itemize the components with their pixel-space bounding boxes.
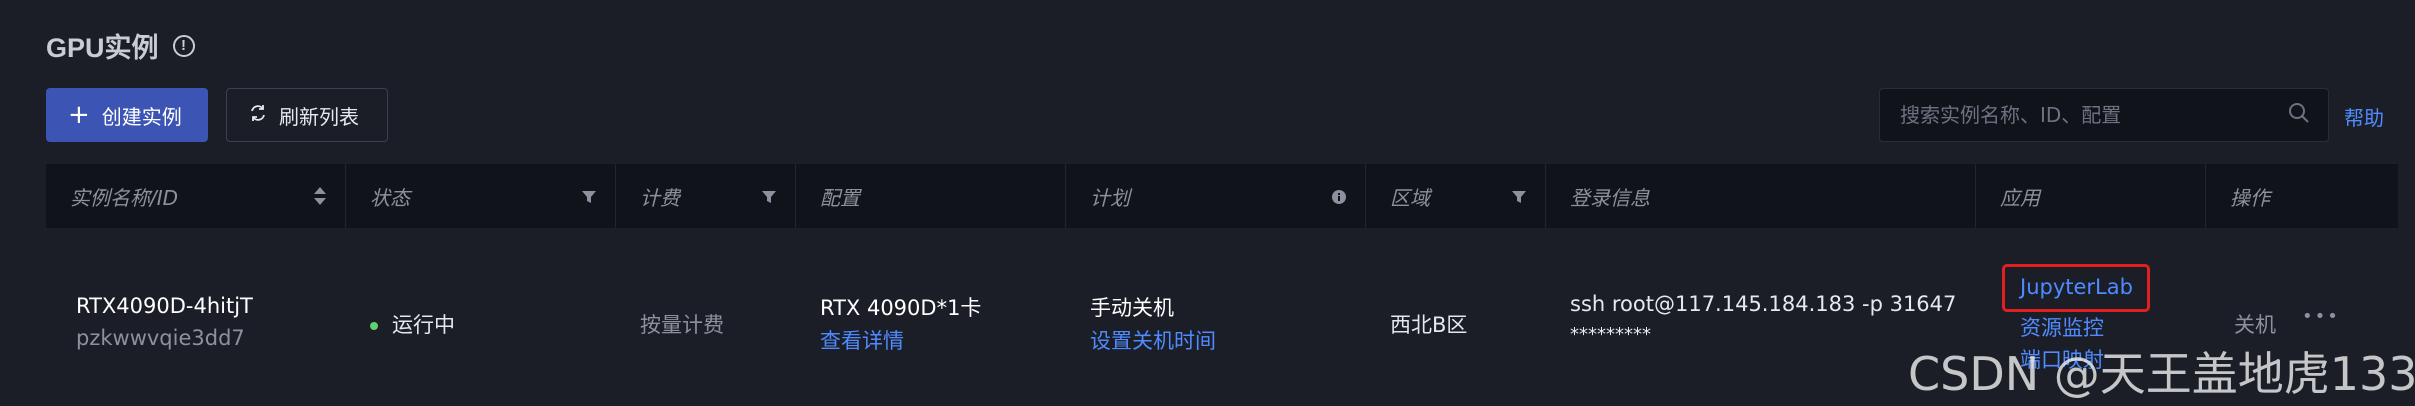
column-apps: 应用 [1976, 164, 2206, 228]
column-login: 登录信息 [1546, 164, 1976, 228]
column-plan-label: 计划 [1090, 185, 1130, 210]
set-shutdown-time-link[interactable]: 设置关机时间 [1090, 325, 1216, 355]
column-name-label: 实例名称/ID [70, 185, 179, 210]
column-actions-label: 操作 [2230, 185, 2270, 210]
filter-icon[interactable] [761, 186, 777, 210]
config-value: RTX 4090D*1卡 [820, 296, 982, 320]
search-icon[interactable] [2288, 102, 2310, 129]
filter-icon[interactable] [1511, 186, 1527, 210]
shutdown-button[interactable]: 关机 [2234, 309, 2276, 339]
sort-icon[interactable] [313, 186, 327, 211]
plan-value: 手动关机 [1090, 296, 1174, 320]
search-input[interactable] [1898, 102, 2288, 128]
table-header: 实例名称/ID 状态 计费 配置 计划 区域 登录信息 应用 操作 [46, 164, 2398, 228]
column-config: 配置 [796, 164, 1066, 228]
view-details-link[interactable]: 查看详情 [820, 325, 904, 355]
region-value: 西北B区 [1390, 313, 1468, 337]
status-label: 运行中 [392, 313, 455, 337]
column-plan: 计划 [1066, 164, 1366, 228]
column-region[interactable]: 区域 [1366, 164, 1546, 228]
info-icon[interactable]: ! [172, 34, 195, 57]
page-title: GPU实例 [46, 33, 159, 63]
instance-id: pzkwwvqie3dd7 [76, 326, 245, 350]
billing-type: 按量计费 [640, 313, 724, 337]
column-name[interactable]: 实例名称/ID [46, 164, 346, 228]
column-config-label: 配置 [820, 185, 860, 210]
column-status[interactable]: 状态 [346, 164, 616, 228]
column-apps-label: 应用 [2000, 185, 2040, 210]
help-link[interactable]: 帮助 [2344, 102, 2384, 131]
info-icon[interactable] [1331, 186, 1347, 210]
create-instance-label: 创建实例 [101, 104, 182, 129]
page-title-wrap: GPU实例 ! [46, 26, 195, 65]
column-login-label: 登录信息 [1570, 185, 1650, 210]
column-billing[interactable]: 计费 [616, 164, 796, 228]
more-actions-icon[interactable]: ••• [2302, 306, 2340, 327]
filter-icon[interactable] [581, 186, 597, 210]
annotation-highlight-box [2002, 264, 2150, 312]
plus-icon: + [68, 100, 90, 130]
create-instance-button[interactable]: + 创建实例 [46, 88, 208, 142]
refresh-icon [249, 103, 267, 127]
watermark-text: CSDN @天王盖地虎133 [1908, 347, 2415, 401]
status-dot-icon [370, 322, 378, 330]
ssh-command[interactable]: ssh root@117.145.184.183 -p 31647 [1570, 292, 1956, 316]
column-billing-label: 计费 [640, 185, 680, 210]
search-box [1879, 88, 2329, 142]
column-status-label: 状态 [370, 185, 410, 210]
refresh-list-label: 刷新列表 [279, 104, 359, 129]
password-masked[interactable]: ********* [1570, 324, 1651, 345]
column-region-label: 区域 [1390, 185, 1430, 210]
column-actions: 操作 [2206, 164, 2398, 228]
refresh-list-button[interactable]: 刷新列表 [226, 88, 388, 142]
instance-name: RTX4090D-4hitjT [76, 294, 253, 318]
status-cell: 运行中 [370, 309, 455, 339]
